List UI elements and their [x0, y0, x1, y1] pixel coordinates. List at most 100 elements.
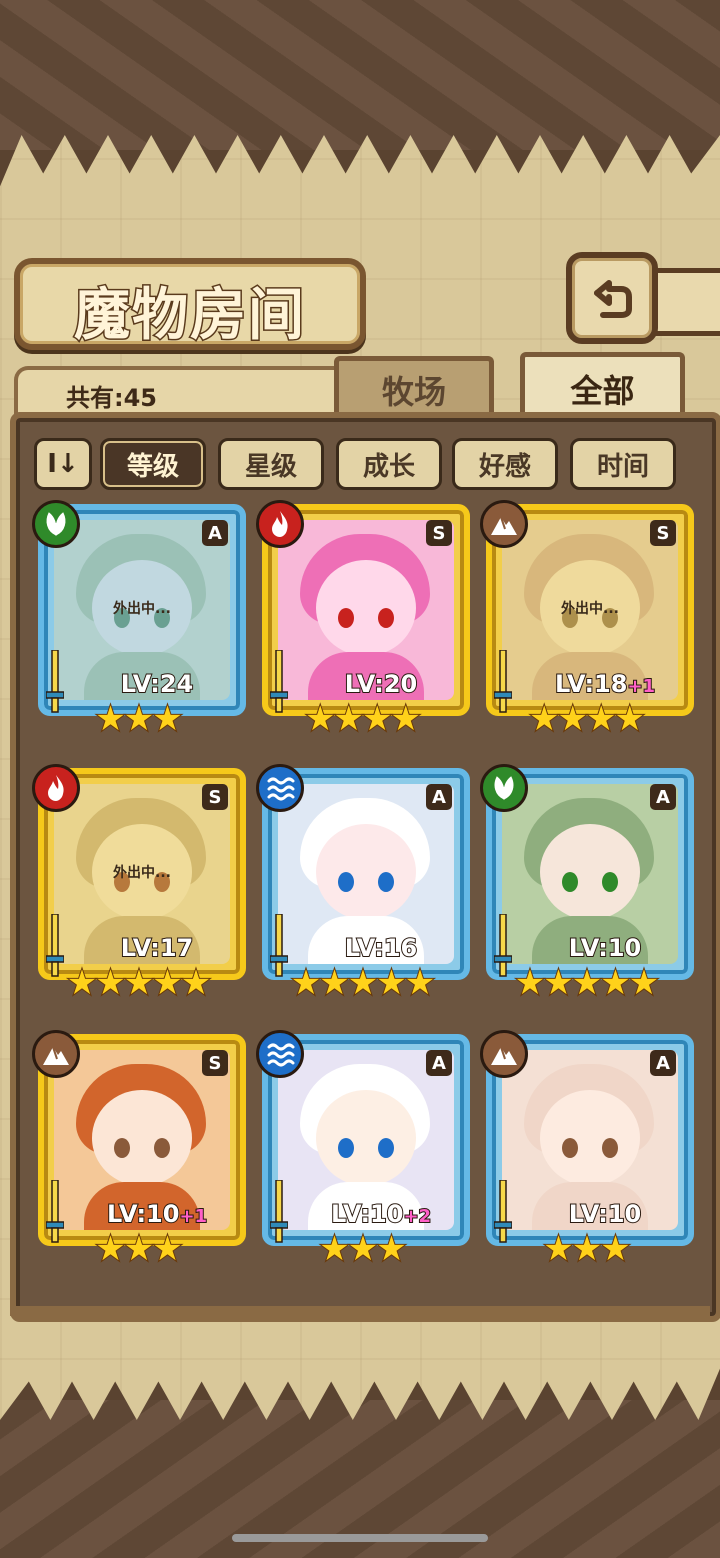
- monster-card[interactable]: 外出中... S LV:18+1 ★★★★: [480, 500, 694, 740]
- tab-ranch[interactable]: 牧场: [334, 356, 494, 419]
- back-button[interactable]: [566, 252, 658, 344]
- sort-bar: I↓ 等级 星级 成长 好感 时间: [34, 438, 694, 490]
- fire-element-icon: [256, 500, 304, 548]
- monster-card[interactable]: A LV:10 ★★★: [480, 1030, 694, 1270]
- level-value: LV:10: [568, 933, 642, 963]
- monster-eye-left: [338, 872, 354, 892]
- away-status: 外出中...: [561, 601, 619, 617]
- monster-card[interactable]: S LV:10+1 ★★★: [32, 1030, 246, 1270]
- sort-star-button[interactable]: 星级: [218, 438, 324, 490]
- rank-badge: S: [426, 520, 452, 546]
- rank-badge: S: [650, 520, 676, 546]
- water-element-icon: [256, 764, 304, 812]
- monster-count-bar: 共有:45: [14, 366, 342, 418]
- star-rating: ★★★: [542, 1229, 631, 1269]
- rank-badge: A: [426, 1050, 452, 1076]
- tab-all[interactable]: 全部: [520, 352, 685, 421]
- monster-eye-right: [154, 1138, 170, 1158]
- monster-eye-right: [378, 872, 394, 892]
- earth-element-icon: [480, 500, 528, 548]
- page-title: 魔物房间: [73, 281, 306, 350]
- rank-badge: A: [650, 784, 676, 810]
- level-bonus: +2: [402, 1205, 432, 1228]
- star-rating: ★★★★★: [514, 963, 660, 1003]
- level-value: LV:20: [344, 669, 418, 699]
- sort-growth-button[interactable]: 成长: [336, 438, 442, 490]
- title-plate: 魔物房间: [14, 258, 366, 350]
- star-rating: ★★★: [94, 699, 183, 739]
- away-status: 外出中...: [113, 601, 171, 617]
- home-indicator[interactable]: [232, 1534, 488, 1542]
- level-label: LV:20: [308, 669, 454, 699]
- star-rating: ★★★: [94, 1229, 183, 1269]
- monster-card[interactable]: S LV:20 ★★★★: [256, 500, 470, 740]
- level-value: LV:10: [568, 1199, 642, 1229]
- monster-eye-right: [378, 608, 394, 628]
- monster-card[interactable]: 外出中... S LV:17 ★★★★★: [32, 764, 246, 1004]
- grass-symbol-icon: [494, 776, 514, 800]
- level-value: LV:18: [554, 669, 628, 699]
- sort-order-icon: I↓: [47, 449, 79, 479]
- map-background-top: [0, 0, 720, 150]
- monster-card[interactable]: 外出中... A LV:24 ★★★: [32, 500, 246, 740]
- monster-card[interactable]: A LV:10 ★★★★★: [480, 764, 694, 1004]
- water-symbol-icon: [267, 777, 295, 801]
- monster-card[interactable]: A LV:10+2 ★★★: [256, 1030, 470, 1270]
- rank-badge: A: [426, 784, 452, 810]
- monster-face: [540, 824, 640, 920]
- level-value: LV:10: [330, 1199, 404, 1229]
- monster-eye-left: [562, 1138, 578, 1158]
- monster-face: [92, 1090, 192, 1186]
- grass-element-icon: [480, 764, 528, 812]
- water-symbol-icon: [267, 1043, 295, 1067]
- earth-symbol-icon: [491, 516, 517, 535]
- sort-order-toggle[interactable]: I↓: [34, 438, 92, 490]
- sort-time-button[interactable]: 时间: [570, 438, 676, 490]
- star-rating: ★★★★★: [66, 963, 212, 1003]
- panel-bottom-border: [10, 1306, 710, 1316]
- level-bonus: +1: [178, 1205, 208, 1228]
- sort-level-button[interactable]: 等级: [100, 438, 206, 490]
- monster-face: [316, 560, 416, 656]
- away-status: 外出中...: [113, 865, 171, 881]
- level-value: LV:16: [344, 933, 418, 963]
- level-label: LV:18+1: [532, 669, 678, 699]
- monster-card[interactable]: A LV:16 ★★★★★: [256, 764, 470, 1004]
- level-bonus: +1: [626, 675, 656, 698]
- star-rating: ★★★★★: [290, 963, 436, 1003]
- level-value: LV:10: [106, 1199, 180, 1229]
- level-value: LV:24: [120, 669, 194, 699]
- level-label: LV:10: [532, 1199, 678, 1229]
- level-value: LV:17: [120, 933, 194, 963]
- level-label: LV:17: [84, 933, 230, 963]
- grass-element-icon: [32, 500, 80, 548]
- rank-badge: A: [650, 1050, 676, 1076]
- level-label: LV:24: [84, 669, 230, 699]
- rank-badge: S: [202, 1050, 228, 1076]
- earth-element-icon: [32, 1030, 80, 1078]
- sort-affinity-button[interactable]: 好感: [452, 438, 558, 490]
- star-rating: ★★★★: [528, 699, 646, 739]
- return-arrow-icon: [594, 280, 632, 318]
- water-element-icon: [256, 1030, 304, 1078]
- grass-symbol-icon: [46, 512, 66, 536]
- earth-symbol-icon: [491, 1046, 517, 1065]
- star-rating: ★★★: [318, 1229, 407, 1269]
- earth-element-icon: [480, 1030, 528, 1078]
- monster-eye-left: [338, 1138, 354, 1158]
- fire-symbol-icon: [48, 775, 64, 801]
- monster-eye-left: [114, 1138, 130, 1158]
- monster-eye-left: [338, 608, 354, 628]
- monster-eye-right: [378, 1138, 394, 1158]
- level-label: LV:10+2: [308, 1199, 454, 1229]
- rank-badge: A: [202, 520, 228, 546]
- monster-eye-right: [602, 1138, 618, 1158]
- monster-face: [540, 1090, 640, 1186]
- monster-face: [316, 1090, 416, 1186]
- rank-badge: S: [202, 784, 228, 810]
- fire-element-icon: [32, 764, 80, 812]
- monster-eye-left: [562, 872, 578, 892]
- monster-eye-right: [602, 872, 618, 892]
- earth-symbol-icon: [43, 1046, 69, 1065]
- monster-count: 共有:45: [66, 384, 157, 412]
